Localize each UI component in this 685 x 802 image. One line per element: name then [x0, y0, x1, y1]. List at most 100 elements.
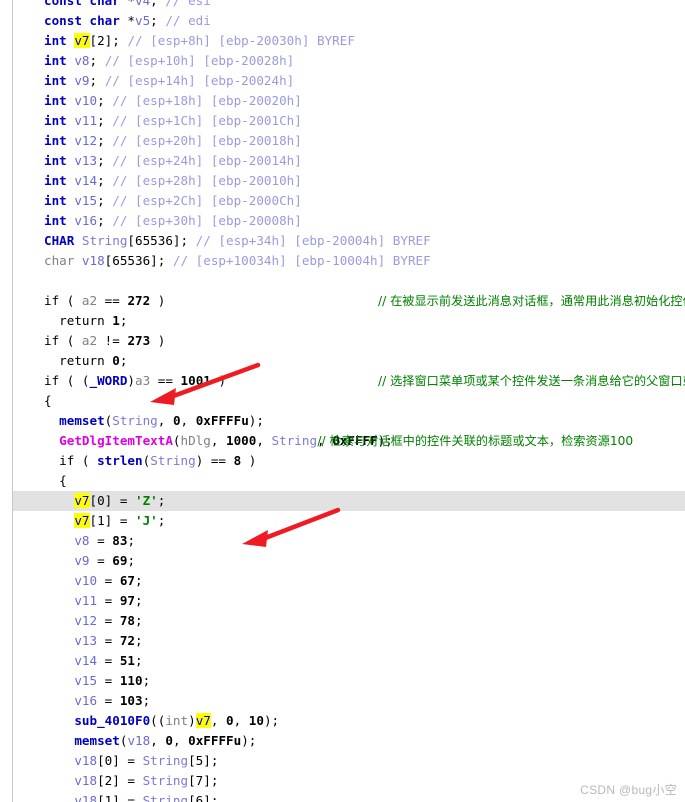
code-line[interactable]: v18[0] = String[5]; — [0, 751, 685, 771]
code-line[interactable]: { — [0, 471, 685, 491]
code-line[interactable]: v13 = 72; — [0, 631, 685, 651]
token: v18 — [127, 733, 151, 748]
code-line[interactable]: int v10; // [esp+18h] [ebp-20020h] — [0, 91, 685, 111]
code-line[interactable]: GetDlgItemTextA(hDlg, 1000, String, 0xFF… — [0, 431, 685, 451]
token: 0 — [172, 413, 181, 428]
code-line[interactable]: v9 = 69; — [0, 551, 685, 571]
code-text: if ( (_WORD)a3 == 1001 ) — [44, 371, 226, 391]
code-line[interactable]: int v9; // [esp+14h] [ebp-20024h] — [0, 71, 685, 91]
code-text: const char *v4; // esi — [44, 0, 211, 11]
token: ; — [135, 653, 143, 668]
code-text: { — [44, 391, 52, 411]
token: // edi — [165, 13, 211, 28]
token: ; — [135, 613, 143, 628]
token: [2] = — [97, 773, 143, 788]
token: ) — [188, 713, 196, 728]
code-line[interactable]: char v18[65536]; // [esp+10034h] [ebp-10… — [0, 251, 685, 271]
token: [0] = — [97, 753, 143, 768]
token: = — [97, 573, 120, 588]
code-line[interactable]: if ( a2 == 272 ) // 在被显示前发送此消息对话框，通常用此消息初… — [0, 291, 685, 311]
code-line[interactable]: v15 = 110; — [0, 671, 685, 691]
code-line[interactable]: if ( a2 != 273 ) — [0, 331, 685, 351]
token: ); — [241, 733, 257, 748]
token: 10 — [248, 713, 264, 728]
code-line[interactable]: int v15; // [esp+2Ch] [ebp-2000Ch] — [0, 191, 685, 211]
token: == — [150, 373, 181, 388]
code-line[interactable]: CHAR String[65536]; // [esp+34h] [ebp-20… — [0, 231, 685, 251]
token: == — [97, 293, 128, 308]
token: String — [150, 453, 196, 468]
code-line[interactable]: int v13; // [esp+24h] [ebp-20014h] — [0, 151, 685, 171]
pseudocode-view[interactable]: const char *v4; // esi const char *v5; //… — [0, 0, 685, 802]
token: , — [150, 733, 166, 748]
code-text: int v16; // [esp+30h] [ebp-20008h] — [44, 211, 302, 231]
code-text: CHAR String[65536]; // [esp+34h] [ebp-20… — [44, 231, 431, 251]
code-line[interactable]: int v7[2]; // [esp+8h] [ebp-20030h] BYRE… — [0, 31, 685, 51]
code-line[interactable]: return 1; — [0, 311, 685, 331]
token: v8 — [74, 533, 90, 548]
code-line[interactable]: int v11; // [esp+1Ch] [ebp-2001Ch] — [0, 111, 685, 131]
token: , — [210, 433, 227, 448]
token: ; — [97, 193, 113, 208]
code-line[interactable]: v12 = 78; — [0, 611, 685, 631]
code-line[interactable]: int v16; // [esp+30h] [ebp-20008h] — [0, 211, 685, 231]
token: ); — [263, 713, 280, 728]
code-line[interactable]: v10 = 67; — [0, 571, 685, 591]
token: // [esp+10034h] [ebp-10004h] BYREF — [172, 253, 431, 268]
code-line[interactable]: int v8; // [esp+10h] [ebp-20028h] — [0, 51, 685, 71]
code-line[interactable]: const char *v4; // esi — [0, 0, 685, 11]
token: a2 — [81, 293, 98, 308]
code-text: v15 = 110; — [44, 671, 150, 691]
code-line[interactable]: sub_4010F0((int)v7, 0, 10); — [0, 711, 685, 731]
code-line[interactable]: memset(v18, 0, 0xFFFFu); — [0, 731, 685, 751]
token: 51 — [119, 653, 136, 668]
token: char — [44, 253, 82, 268]
token: ); — [248, 413, 264, 428]
token: ; — [119, 313, 128, 328]
code-line[interactable]: int v12; // [esp+20h] [ebp-20018h] — [0, 131, 685, 151]
token: v15 — [74, 673, 98, 688]
token: if ( — [59, 453, 98, 468]
code-line[interactable]: int v14; // [esp+28h] [ebp-20010h] — [0, 171, 685, 191]
token: ( — [172, 433, 181, 448]
code-line[interactable]: { — [0, 391, 685, 411]
csdn-watermark: CSDN @bug小空 — [580, 783, 677, 797]
code-text: { — [44, 471, 67, 491]
token: [0] = — [89, 493, 136, 508]
code-line[interactable]: memset(String, 0, 0xFFFFu); — [0, 411, 685, 431]
token: 0 — [226, 713, 234, 728]
code-line[interactable] — [0, 271, 685, 291]
token: // esi — [165, 0, 211, 8]
token: // [esp+30h] [ebp-20008h] — [112, 213, 302, 228]
code-text: v9 = 69; — [44, 551, 135, 571]
code-line[interactable]: v14 = 51; — [0, 651, 685, 671]
code-line[interactable]: v16 = 103; — [0, 691, 685, 711]
code-line[interactable]: v8 = 83; — [0, 531, 685, 551]
code-line[interactable]: v7[1] = 'J'; — [0, 511, 685, 531]
code-line-container[interactable]: const char *v4; // esi const char *v5; //… — [0, 0, 685, 802]
token: int — [165, 713, 189, 728]
code-line[interactable]: if ( (_WORD)a3 == 1001 )// 选择窗口菜单项或某个控件发… — [0, 371, 685, 391]
token: int — [44, 173, 75, 188]
code-line-current[interactable]: v7[0] = 'Z'; — [0, 491, 685, 511]
token: String — [142, 793, 189, 802]
token: ; — [97, 213, 113, 228]
code-text: if ( a2 != 273 ) — [44, 331, 165, 351]
token: ; — [119, 353, 128, 368]
token: v18 — [74, 753, 98, 768]
token: v18 — [81, 253, 105, 268]
token: 110 — [119, 673, 143, 688]
code-line[interactable]: const char *v5; // edi — [0, 11, 685, 31]
token: int — [44, 113, 75, 128]
code-text: return 0; — [44, 351, 127, 371]
token: 0xFFFFu — [188, 733, 242, 748]
code-text: v18[2] = String[7]; — [44, 771, 218, 791]
code-text: sub_4010F0((int)v7, 0, 10); — [44, 711, 279, 731]
code-line[interactable]: return 0; — [0, 351, 685, 371]
token: return — [59, 353, 113, 368]
token: = — [97, 673, 120, 688]
code-line[interactable]: v11 = 97; — [0, 591, 685, 611]
token: 0xFFFFu — [195, 413, 249, 428]
token: int — [44, 193, 75, 208]
code-line[interactable]: if ( strlen(String) == 8 ) — [0, 451, 685, 471]
